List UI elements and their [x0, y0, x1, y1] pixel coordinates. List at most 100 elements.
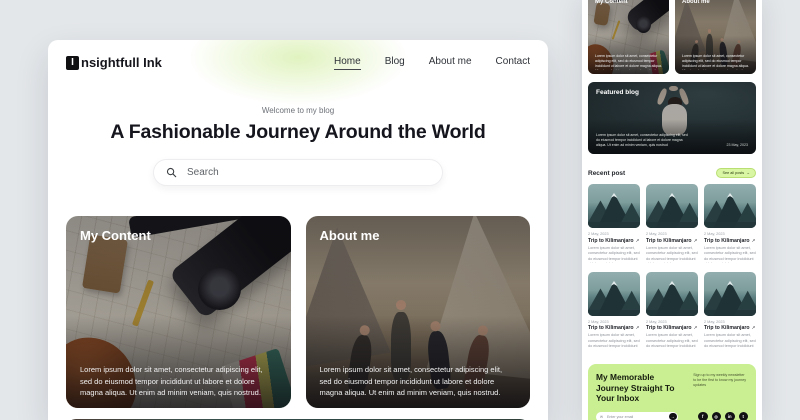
card-body: Lorem ipsum dolor sit amet, consectetur … [320, 364, 515, 398]
card-title: About me [320, 228, 380, 243]
about-me-card[interactable]: About me Lorem ipsum dolor sit amet, con… [306, 216, 531, 408]
post-date: 2 May, 2023 [588, 320, 640, 324]
social-links: f ◎ in t [698, 412, 748, 420]
newsletter-panel: My Memorable Journey Straight To Your In… [588, 364, 756, 420]
nav-item-contact[interactable]: Contact [496, 56, 530, 69]
recent-post-header: Recent post See all posts → [588, 168, 756, 178]
post-description: Lorem ipsum dolor sit amet, consectetur … [704, 246, 756, 263]
post-date: 2 May, 2023 [588, 232, 640, 236]
post-description: Lorem ipsum dolor sit amet, consectetur … [588, 333, 640, 350]
kilimanjaro-photo [704, 272, 756, 316]
nav-item-home[interactable]: Home [334, 56, 361, 70]
mountain-shape [704, 184, 756, 228]
brand-name: nsightfull Ink [81, 55, 162, 70]
post-title-row: Trip to Kilimanjaro ↗ [588, 325, 640, 331]
recent-post-card[interactable]: 2 May, 2023 Trip to Kilimanjaro ↗ Lorem … [646, 272, 698, 351]
post-description: Lorem ipsum dolor sit amet, consectetur … [588, 246, 640, 263]
post-title[interactable]: Trip to Kilimanjaro [588, 238, 634, 244]
brand-logo[interactable]: I nsightfull Ink [66, 55, 162, 70]
card-body: Lorem ipsum dolor sit amet, consectetur … [595, 54, 662, 70]
arrow-right-icon: → [746, 171, 750, 175]
card-title: My Content [80, 228, 151, 243]
see-all-posts-label: See all posts [722, 171, 744, 175]
kilimanjaro-photo [646, 184, 698, 228]
see-all-posts-button[interactable]: See all posts → [716, 168, 756, 178]
post-title[interactable]: Trip to Kilimanjaro [588, 325, 634, 331]
arrow-right-icon: → [671, 414, 675, 419]
mini-cards-row: My Content Lorem ipsum dolor sit amet, c… [588, 0, 756, 74]
post-title-row: Trip to Kilimanjaro ↗ [646, 325, 698, 331]
post-title[interactable]: Trip to Kilimanjaro [704, 325, 750, 331]
featured-blog-body: Lorem ipsum dolor sit amet, consectetur … [596, 133, 690, 148]
hero-section: Welcome to my blog A Fashionable Journey… [48, 80, 548, 186]
post-title[interactable]: Trip to Kilimanjaro [646, 238, 692, 244]
envelope-icon: ✉ [600, 415, 603, 419]
arrow-up-right-icon: ↗ [636, 325, 640, 331]
linkedin-icon[interactable]: in [725, 412, 735, 420]
email-input[interactable] [605, 414, 667, 420]
arrow-up-right-icon: ↗ [694, 325, 698, 331]
twitter-icon[interactable]: t [739, 412, 749, 420]
my-content-card-mini[interactable]: My Content Lorem ipsum dolor sit amet, c… [588, 0, 669, 74]
newsletter-actions: ✉ → f ◎ in t [596, 412, 748, 420]
search-icon [166, 167, 177, 178]
recent-posts-grid: 2 May, 2023 Trip to Kilimanjaro ↗ Lorem … [588, 184, 756, 350]
recent-post-card[interactable]: 2 May, 2023 Trip to Kilimanjaro ↗ Lorem … [646, 184, 698, 263]
recent-post-heading: Recent post [588, 170, 625, 177]
recent-post-card[interactable]: 2 May, 2023 Trip to Kilimanjaro ↗ Lorem … [704, 184, 756, 263]
subscribe-button[interactable]: → [669, 413, 677, 420]
post-title-row: Trip to Kilimanjaro ↗ [704, 325, 756, 331]
my-content-card[interactable]: My Content Lorem ipsum dolor sit amet, c… [66, 216, 291, 408]
post-title[interactable]: Trip to Kilimanjaro [704, 238, 750, 244]
arrow-up-right-icon: ↗ [752, 325, 756, 331]
newsletter-header: My Memorable Journey Straight To Your In… [596, 372, 748, 404]
post-date: 2 May, 2023 [704, 232, 756, 236]
post-date: 2 May, 2023 [646, 232, 698, 236]
post-description: Lorem ipsum dolor sit amet, consectetur … [704, 333, 756, 350]
search-input[interactable] [185, 166, 430, 179]
arrow-up-right-icon: ↗ [694, 238, 698, 244]
page-title: A Fashionable Journey Around the World [48, 121, 548, 144]
nav-item-about-me[interactable]: About me [429, 56, 472, 69]
card-body: Lorem ipsum dolor sit amet, consectetur … [682, 54, 749, 70]
blog-page-preview-continued: My Content Lorem ipsum dolor sit amet, c… [582, 0, 762, 420]
post-title[interactable]: Trip to Kilimanjaro [646, 325, 692, 331]
arrow-up-right-icon: ↗ [636, 238, 640, 244]
card-title: My Content [595, 0, 628, 5]
post-title-row: Trip to Kilimanjaro ↗ [704, 238, 756, 244]
blog-page-preview: I nsightfull Ink Home Blog About me Cont… [48, 40, 548, 420]
brand-logo-icon: I [66, 56, 79, 70]
main-nav: Home Blog About me Contact [334, 56, 530, 70]
kilimanjaro-photo [646, 272, 698, 316]
post-date: 2 May, 2023 [704, 320, 756, 324]
recent-post-card[interactable]: 2 May, 2023 Trip to Kilimanjaro ↗ Lorem … [588, 184, 640, 263]
about-me-card-mini[interactable]: About me Lorem ipsum dolor sit amet, con… [675, 0, 756, 74]
kilimanjaro-photo [588, 184, 640, 228]
hero-eyebrow: Welcome to my blog [48, 106, 548, 115]
post-description: Lorem ipsum dolor sit amet, consectetur … [646, 333, 698, 350]
nav-item-blog[interactable]: Blog [385, 56, 405, 69]
design-canvas: I nsightfull Ink Home Blog About me Cont… [0, 0, 800, 420]
recent-post-card[interactable]: 2 May, 2023 Trip to Kilimanjaro ↗ Lorem … [588, 272, 640, 351]
search-bar[interactable] [153, 159, 443, 186]
kilimanjaro-photo [704, 184, 756, 228]
facebook-icon[interactable]: f [698, 412, 708, 420]
post-title-row: Trip to Kilimanjaro ↗ [646, 238, 698, 244]
post-date: 2 May, 2023 [646, 320, 698, 324]
recent-post-card[interactable]: 2 May, 2023 Trip to Kilimanjaro ↗ Lorem … [704, 272, 756, 351]
site-header: I nsightfull Ink Home Blog About me Cont… [48, 40, 548, 80]
card-title: About me [682, 0, 710, 5]
card-body: Lorem ipsum dolor sit amet, consectetur … [80, 364, 275, 398]
mountain-shape [646, 184, 698, 228]
featured-blog-card[interactable]: Featured blog Lorem ipsum dolor sit amet… [588, 82, 756, 154]
instagram-icon[interactable]: ◎ [712, 412, 722, 420]
post-title-row: Trip to Kilimanjaro ↗ [588, 238, 640, 244]
featured-blog-title: Featured blog [596, 89, 639, 96]
arrow-up-right-icon: ↗ [752, 238, 756, 244]
mountain-shape [588, 272, 640, 316]
kilimanjaro-photo [588, 272, 640, 316]
email-field[interactable]: ✉ → [596, 412, 678, 420]
featured-blog-date: 23 May, 2023 [726, 143, 748, 147]
newsletter-description: Sign up to my weekly newsletter to be th… [693, 373, 748, 404]
mountain-shape [646, 272, 698, 316]
